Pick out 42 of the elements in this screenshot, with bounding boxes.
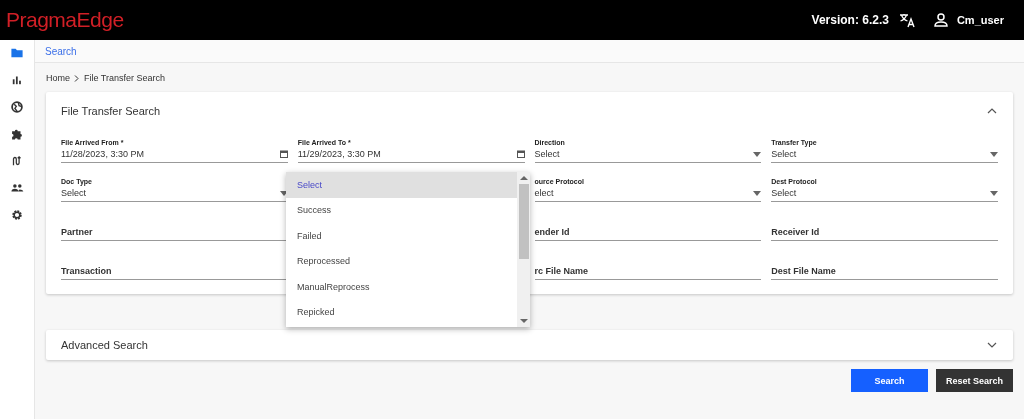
input-field[interactable]: Dest File Name	[771, 263, 998, 280]
breadcrumb-item[interactable]: Home	[46, 73, 70, 83]
breadcrumb-item: File Transfer Search	[84, 73, 166, 83]
dropdown-option[interactable]: Success	[286, 197, 517, 223]
reset-button[interactable]: Reset Search	[936, 369, 1013, 392]
panel-title: File Transfer Search	[61, 105, 161, 117]
logo: PragmaEdge	[6, 8, 124, 32]
chevron-right-icon	[74, 74, 80, 82]
dropdown-option[interactable]: Select	[286, 172, 517, 198]
dropdown-caret-icon	[990, 151, 998, 157]
input-field[interactable]: Receiver Id	[771, 224, 998, 241]
search-button[interactable]: Search	[851, 369, 928, 392]
dropdown-option[interactable]: Repicked	[286, 299, 517, 325]
username[interactable]: Cm_user	[956, 14, 1004, 26]
scroll-up-icon[interactable]	[519, 174, 528, 182]
dropdown-caret-icon	[753, 190, 762, 196]
dropdown-option[interactable]: ManualReprocess	[286, 274, 517, 300]
input-field[interactable]: rc File Name	[534, 263, 762, 280]
gear-icon[interactable]	[10, 207, 24, 223]
select-field[interactable]: Select	[534, 146, 762, 163]
select-field[interactable]: elect	[534, 185, 762, 202]
input-field[interactable]: ender Id	[534, 224, 762, 241]
scrollbar-thumb[interactable]	[518, 184, 529, 259]
tab[interactable]: Search	[45, 45, 77, 57]
translate-icon[interactable]	[898, 12, 915, 28]
scroll-down-icon[interactable]	[519, 317, 528, 325]
dropdown-caret-icon	[990, 190, 998, 196]
select-field[interactable]: Select	[771, 146, 998, 163]
user-icon[interactable]	[932, 12, 949, 28]
calendar-icon	[279, 150, 288, 158]
dropdown-option[interactable]: Failed	[286, 223, 517, 249]
scrollbar[interactable]	[517, 172, 530, 327]
select-field[interactable]: Select	[771, 185, 998, 202]
panel-title: Advanced Search	[61, 339, 148, 351]
date-field[interactable]: 11/29/2023, 3:30 PM	[297, 146, 525, 163]
version-label: Version: 6.2.3	[811, 13, 889, 27]
dropdown-caret-icon	[753, 151, 762, 157]
calendar-icon	[516, 150, 525, 158]
dropdown-option[interactable]: Reprocessed	[286, 248, 517, 274]
globe-icon[interactable]	[10, 99, 24, 115]
advanced-search-panel[interactable]: Advanced Search	[46, 330, 1013, 360]
date-field[interactable]: 11/28/2023, 3:30 PM	[61, 146, 288, 163]
